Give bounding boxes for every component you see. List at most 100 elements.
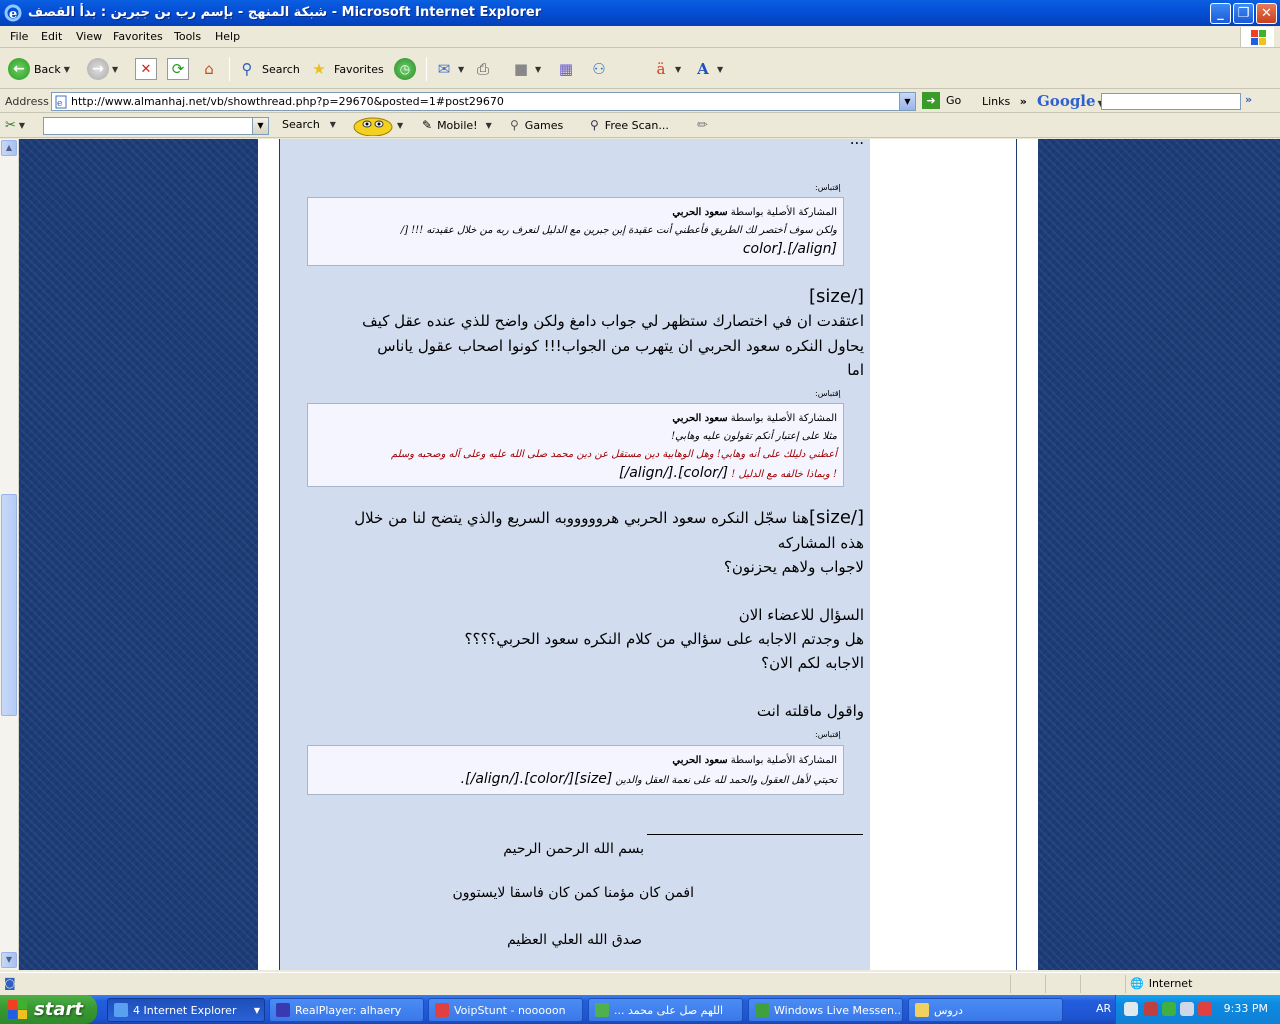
font-size-dropdown-icon[interactable]: ▼: [717, 65, 723, 74]
menu-file[interactable]: File: [10, 30, 28, 43]
menu-tools[interactable]: Tools: [174, 30, 201, 43]
menu-bar: File Edit View Favorites Tools Help: [0, 26, 1280, 48]
vertical-scrollbar[interactable]: ▲ ▼: [0, 139, 19, 970]
toolbar-search-button[interactable]: Search ▼: [282, 118, 336, 131]
task-messenger-chat[interactable]: ... اللهم صل على محمد: [588, 998, 743, 1022]
scan-magnifier-icon: ⚲: [590, 118, 599, 132]
edit-button[interactable]: ■ ▼: [510, 56, 541, 82]
smiley-dropdown-icon[interactable]: ▼: [397, 121, 403, 130]
tray-messenger-icon[interactable]: [1162, 1002, 1176, 1016]
free-scan-label: Free Scan...: [604, 118, 669, 132]
address-input[interactable]: e http://www.almanhaj.net/vb/showthread.…: [51, 92, 916, 111]
quote-header: المشاركة الأصلية بواسطة سعود الحربي: [314, 752, 837, 770]
forward-button[interactable]: → ▼: [87, 56, 118, 82]
edit-icon: ■: [513, 60, 529, 78]
quote-header: المشاركة الأصلية بواسطة سعود الحربي: [314, 410, 837, 428]
google-search-input[interactable]: [1101, 93, 1241, 110]
svg-text:e: e: [57, 99, 62, 109]
refresh-button[interactable]: ⟳: [167, 56, 189, 82]
scroll-up-icon[interactable]: ▲: [1, 140, 17, 156]
font-size-button[interactable]: A ▼: [692, 56, 723, 82]
free-scan-button[interactable]: ⚲ Free Scan...: [590, 118, 669, 132]
menu-favorites[interactable]: Favorites: [113, 30, 163, 43]
toolbar-search-options-icon[interactable]: ▼: [330, 120, 336, 129]
google-more-chevron-icon[interactable]: »: [1245, 93, 1252, 106]
smiley-button[interactable]: ▼: [352, 114, 403, 136]
translate-dropdown-icon[interactable]: ▼: [675, 65, 681, 74]
highlighter-icon: ✏: [697, 118, 708, 133]
quote-label: إقتباس:: [815, 730, 841, 739]
address-dropdown-icon[interactable]: ▼: [899, 93, 915, 110]
menu-edit[interactable]: Edit: [41, 30, 62, 43]
search-toolbar: ✂ ▼ ▼ Search ▼ ▼ ✎ Mobile! ▼ ⚲ Games ⚲ F…: [0, 114, 1280, 138]
messenger-button[interactable]: ⚇: [588, 56, 610, 82]
tray-voip-icon[interactable]: [1198, 1002, 1212, 1016]
close-button[interactable]: ✕: [1256, 3, 1277, 24]
post-body: ... إقتباس: المشاركة الأصلية بواسطة سعود…: [280, 139, 870, 970]
quote-label: إقتباس:: [815, 183, 841, 192]
home-button[interactable]: ⌂: [198, 56, 220, 82]
forward-arrow-icon: →: [87, 58, 109, 80]
start-label: start: [34, 999, 83, 1020]
task-internet-explorer[interactable]: 4 Internet Explorer ▼: [107, 998, 265, 1022]
system-tray: 9:33 PM: [1115, 995, 1280, 1024]
stop-button[interactable]: ✕: [135, 56, 157, 82]
toolbar-logo-button[interactable]: ✂ ▼: [5, 118, 25, 133]
forward-dropdown-icon[interactable]: ▼: [112, 65, 118, 74]
search-button[interactable]: ⚲ Search: [236, 56, 300, 82]
mobile-button[interactable]: ✎ Mobile! ▼: [422, 118, 492, 132]
highlight-button[interactable]: ✏: [697, 118, 708, 133]
voipstunt-icon: [435, 1003, 449, 1017]
google-toolbar-logo[interactable]: Google▼: [1037, 92, 1104, 110]
favorites-button[interactable]: ★ Favorites: [308, 56, 383, 82]
scroll-down-icon[interactable]: ▼: [1, 952, 17, 968]
task-group-dropdown-icon[interactable]: ▼: [254, 1006, 260, 1015]
realplayer-icon: [276, 1003, 290, 1017]
back-button[interactable]: ← Back ▼: [8, 56, 70, 82]
go-button[interactable]: ➜ Go: [922, 92, 961, 109]
maximize-button[interactable]: ❐: [1233, 3, 1254, 24]
menu-view[interactable]: View: [76, 30, 102, 43]
edit-dropdown-icon[interactable]: ▼: [535, 65, 541, 74]
print-button[interactable]: ⎙: [472, 56, 494, 82]
tray-network-icon[interactable]: [1180, 1002, 1194, 1016]
start-button[interactable]: start: [0, 995, 97, 1024]
quote-author: سعود الحربي: [672, 413, 728, 424]
research-button[interactable]: ▦: [555, 56, 577, 82]
mobile-dropdown-icon[interactable]: ▼: [486, 121, 492, 130]
quote-text: ولكن سوف أختصر لك الطريق فأعطني أنت عقيد…: [400, 225, 837, 236]
task-windows-live-messenger[interactable]: Windows Live Messen...: [748, 998, 903, 1022]
status-cell: [1080, 975, 1125, 993]
address-label: Address: [5, 95, 49, 108]
menu-help[interactable]: Help: [215, 30, 240, 43]
language-indicator[interactable]: AR: [1096, 1002, 1111, 1015]
minimize-button[interactable]: _: [1210, 3, 1231, 24]
mail-dropdown-icon[interactable]: ▼: [458, 65, 464, 74]
status-page-icon: ◙: [4, 976, 16, 990]
task-folder[interactable]: دروس: [908, 998, 1063, 1022]
standard-toolbar: ← Back ▼ → ▼ ✕ ⟳ ⌂ ⚲ Search ★ Favorites …: [0, 49, 1280, 89]
toolbar-logo-dropdown-icon[interactable]: ▼: [19, 121, 25, 130]
post-text-line: يحاول النكره سعود الحربي ان يتهرب من الج…: [377, 337, 864, 355]
games-button[interactable]: ⚲ Games: [510, 118, 563, 132]
research-icon: ▦: [558, 60, 574, 78]
tray-security-icon[interactable]: [1144, 1002, 1158, 1016]
post-text-line: واقول ماقلته انت: [756, 702, 864, 720]
toolbar-search-dropdown-icon[interactable]: ▼: [252, 118, 268, 134]
signature-line: افمن كان مؤمنا كمن كان فاسقا لايستوون: [452, 885, 695, 901]
toolbar-search-input[interactable]: ▼: [43, 117, 269, 135]
back-dropdown-icon[interactable]: ▼: [64, 65, 70, 74]
task-realplayer[interactable]: RealPlayer: alhaery: [269, 998, 424, 1022]
svg-text:e: e: [9, 7, 17, 22]
history-button[interactable]: ◷: [394, 56, 416, 82]
toolbar-separator: [229, 57, 230, 81]
translate-button[interactable]: ä ▼: [650, 56, 682, 82]
tray-back-icon[interactable]: [1124, 1002, 1138, 1016]
quote-text: مثلا على إعتبار أنكم تقولون عليه وهابي!: [671, 431, 837, 442]
print-icon: ⎙: [476, 60, 489, 78]
mail-button[interactable]: ✉ ▼: [433, 56, 464, 82]
quote-bbcode: color].[/align]: [742, 241, 837, 257]
task-voipstunt[interactable]: VoipStunt - nooooon: [428, 998, 583, 1022]
scroll-thumb[interactable]: [1, 494, 17, 716]
links-button[interactable]: Links »: [982, 95, 1027, 108]
